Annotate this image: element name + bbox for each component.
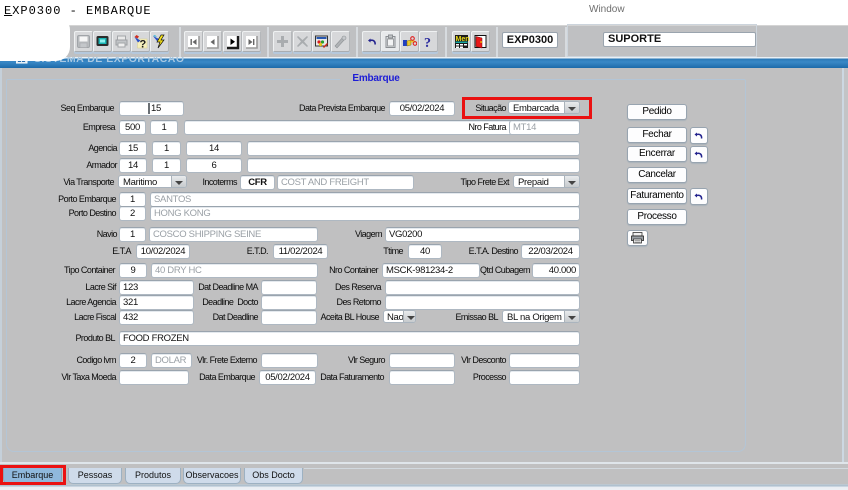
svg-text:?: ? [424, 36, 431, 49]
svg-text:?: ? [140, 39, 147, 50]
